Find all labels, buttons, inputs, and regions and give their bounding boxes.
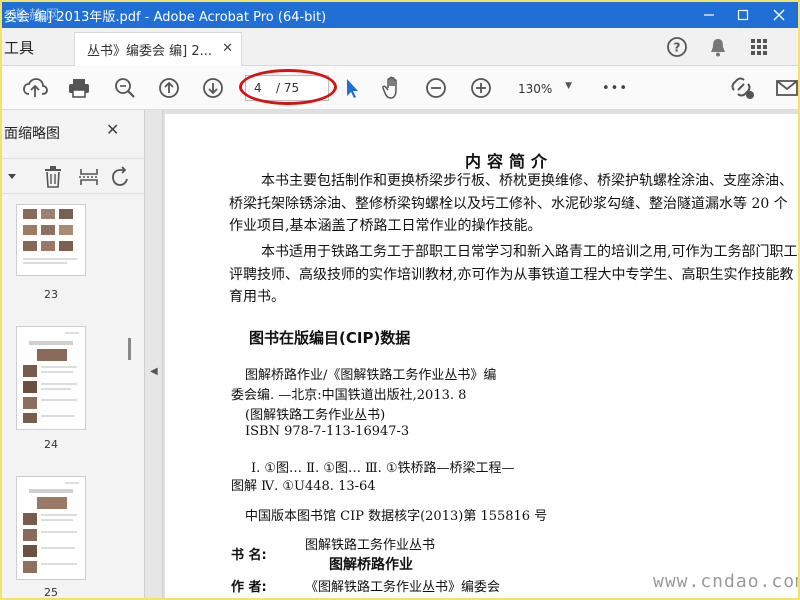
page-up-icon[interactable] (156, 75, 182, 101)
page-thumbnails-panel: 面缩略图 ✕ 23 24 25 (2, 110, 145, 598)
panel-title: 面缩略图 (4, 126, 60, 142)
thumbnail-page-24[interactable] (16, 326, 86, 430)
zoom-value: 130% (518, 82, 553, 96)
minimize-button[interactable] (692, 2, 726, 28)
watermark-logo: 道赫网 (12, 8, 64, 23)
rotate-icon[interactable] (110, 165, 132, 193)
upload-icon[interactable] (22, 75, 48, 101)
collapse-panel-icon[interactable]: ◀ (150, 366, 158, 377)
page-down-icon[interactable] (200, 75, 226, 101)
thumbnail-tools (2, 158, 145, 194)
intro-paragraph-2: 本书适用于铁路工务工于部职工日常学习和新入路青工的培训之用,可作为工务部门职工评… (229, 244, 798, 305)
more-icon[interactable]: ••• (602, 75, 628, 101)
classification-line-2: 图解 Ⅳ. ①U448. 13-64 (231, 479, 376, 494)
cip-line: (图解铁路工务作业丛书) (245, 408, 386, 423)
zoom-in-icon[interactable] (468, 75, 494, 101)
author-value: 《图解铁路工务作业丛书》编委会 (305, 580, 501, 595)
share-link-icon[interactable] (730, 75, 756, 101)
delete-icon[interactable] (42, 165, 64, 193)
cip-number-line: 中国版本图书馆 CIP 数据核字(2013)第 155816 号 (245, 509, 548, 524)
acrobat-window: 委会 编] 2013年版.pdf - Adobe Acrobat Pro (64… (2, 2, 798, 598)
cip-line: ISBN 978-7-113-16947-3 (245, 424, 410, 439)
chevron-down-icon: ▼ (565, 81, 572, 91)
minimize-icon (704, 14, 714, 16)
close-tab-icon[interactable]: ✕ (222, 41, 233, 56)
close-icon (773, 9, 785, 21)
zoom-dropdown[interactable]: 130% ▼ (512, 79, 578, 99)
site-watermark: www.cndao.com (653, 571, 798, 592)
thumbnail-page-number: 23 (44, 288, 58, 301)
book-name-label: 书 名: (231, 548, 267, 563)
select-cursor-icon[interactable] (338, 75, 364, 101)
cip-line: 委会编. —北京:中国铁道出版社,2013. 8 (231, 388, 467, 403)
svg-text:?: ? (674, 41, 681, 55)
pdf-page: 内容简介 本书主要包括制作和更换桥梁步行板、桥枕更换维修、桥梁护轨螺栓涂油、支座… (165, 114, 798, 598)
classification-line-1: Ⅰ. ①图… Ⅱ. ①图… Ⅲ. ①铁桥路—桥梁工程— (251, 461, 515, 476)
series-name: 图解铁路工务作业丛书 (305, 538, 436, 553)
email-icon[interactable] (774, 75, 798, 101)
section-title: 内容简介 (465, 152, 554, 171)
intro-paragraph-1: 本书主要包括制作和更换桥梁步行板、桥枕更换维修、桥梁护轨螺栓涂油、支座涂油、桥梁… (229, 173, 793, 234)
panel-splitter[interactable]: ◀ (145, 110, 163, 598)
thumbnail-list: 23 24 25 (2, 196, 145, 598)
extract-icon[interactable] (78, 165, 100, 193)
thumbnail-page-number: 25 (44, 586, 58, 598)
help-icon[interactable]: ? (664, 34, 690, 60)
tab-bar: 工具 丛书》编委会 编] 2... ✕ ? (2, 28, 798, 66)
thumbnail-page-25[interactable] (16, 476, 86, 580)
maximize-icon (737, 9, 749, 21)
hand-tool-icon[interactable] (380, 75, 406, 101)
title-bar: 委会 编] 2013年版.pdf - Adobe Acrobat Pro (64… (2, 2, 798, 28)
options-dropdown-icon[interactable] (6, 168, 18, 188)
close-panel-icon[interactable]: ✕ (106, 120, 119, 139)
thumbnail-page-number: 24 (44, 438, 58, 451)
page-number-highlight-ellipse (239, 69, 337, 105)
main-toolbar: 4 / 75 130% ▼ ••• (2, 66, 798, 110)
zoom-out-icon[interactable] (423, 75, 449, 101)
author-label: 作 者: (231, 580, 267, 595)
thumbnail-scrollbar[interactable] (128, 338, 131, 360)
cip-heading: 图书在版编目(CIP)数据 (249, 329, 411, 347)
document-view[interactable]: 内容简介 本书主要包括制作和更换桥梁步行板、桥枕更换维修、桥梁护轨螺栓涂油、支座… (163, 110, 798, 598)
book-title: 图解桥路作业 (329, 557, 413, 573)
tab-document[interactable]: 丛书》编委会 编] 2... ✕ (74, 32, 242, 66)
apps-grid-icon[interactable] (746, 34, 772, 60)
print-icon[interactable] (66, 75, 92, 101)
tab-tools[interactable]: 工具 (2, 28, 60, 66)
cip-line: 图解桥路作业/《图解铁路工务作业丛书》编 (245, 368, 497, 383)
bell-icon[interactable] (705, 34, 731, 60)
thumbnail-page-23[interactable] (16, 204, 86, 276)
document-tab-label: 丛书》编委会 编] 2... (87, 44, 213, 59)
zoom-search-icon[interactable] (112, 75, 138, 101)
maximize-button[interactable] (726, 2, 760, 28)
close-window-button[interactable] (762, 2, 796, 28)
